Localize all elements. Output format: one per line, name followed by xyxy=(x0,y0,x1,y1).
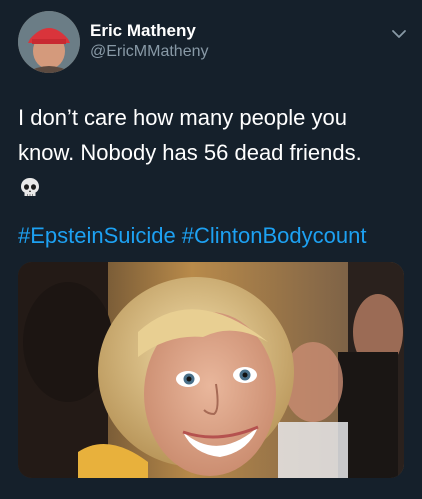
skull-icon xyxy=(18,176,42,200)
display-name[interactable]: Eric Matheny xyxy=(90,21,196,41)
tweet-photo[interactable] xyxy=(18,262,404,478)
hashtag-link[interactable]: #ClintonBodycount xyxy=(182,223,367,248)
photo-image xyxy=(18,262,404,478)
hashtags: #EpsteinSuicide #ClintonBodycount xyxy=(18,223,372,249)
tweet-text: I don’t care how many people you know. N… xyxy=(18,100,410,170)
tweet-text-line: know. Nobody has 56 dead friends. xyxy=(18,140,362,165)
user-handle[interactable]: @EricMMatheny xyxy=(90,43,209,61)
hashtag-link[interactable]: #EpsteinSuicide xyxy=(18,223,176,248)
tweet-text-line: I don’t care how many people you xyxy=(18,105,347,130)
avatar-image xyxy=(18,11,80,73)
chevron-down-icon[interactable] xyxy=(388,23,410,45)
avatar[interactable] xyxy=(18,11,80,73)
tweet-card[interactable]: Eric Matheny @EricMMatheny I don’t care … xyxy=(0,0,422,499)
